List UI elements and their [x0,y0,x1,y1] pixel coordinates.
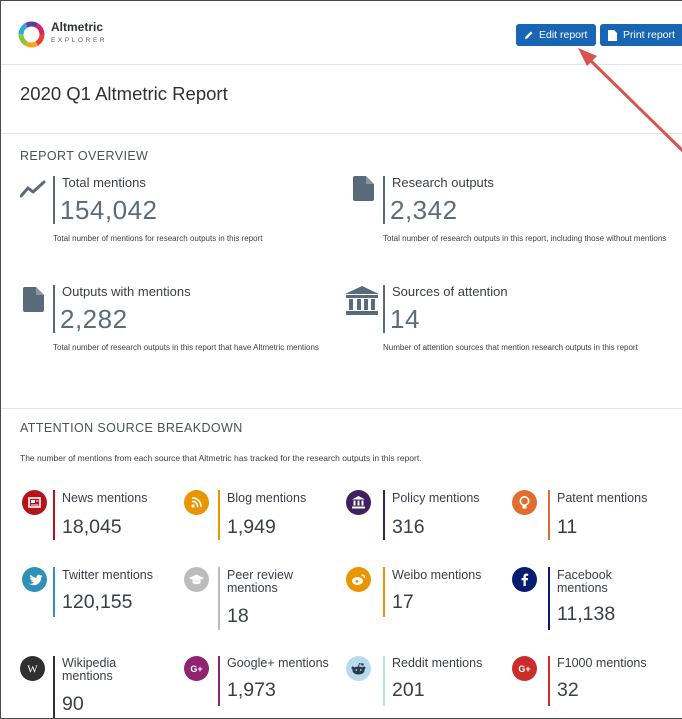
svg-text:W: W [27,664,38,676]
google-plus-icon: G+ [184,656,209,681]
wikipedia-mentions-label: Wikipedia mentions [62,656,117,683]
research-outputs-value: 2,342 [390,195,458,225]
top-bar: Altmetric EXPLORER Edit report Print rep… [1,1,682,65]
edit-report-label: Edit report [539,29,588,41]
blog-mentions-value: 1,949 [227,516,276,538]
f1000-mentions-label: F1000 mentions [557,656,647,670]
weibo-icon [346,567,371,592]
reddit-icon [346,656,371,681]
weibo-mentions-label: Weibo mentions [392,568,482,582]
institution-icon [346,490,371,515]
sources-of-attention-label: Sources of attention [392,284,508,299]
outputs-with-mentions-desc: Total number of research outputs in this… [53,343,319,352]
reddit-mentions-label: Reddit mentions [392,656,483,670]
news-mentions-label: News mentions [62,491,148,505]
attention-breakdown-heading: ATTENTION SOURCE BREAKDOWN [20,421,243,435]
overview-bar [53,176,55,224]
svg-text:G+: G+ [190,664,202,674]
google-plus-mentions-value: 1,973 [227,679,276,701]
graduation-cap-icon [184,567,209,592]
blog-bar [218,490,220,540]
weibo-bar [383,567,385,617]
google-plus-bar [218,656,220,706]
facebook-mentions-value: 11,138 [557,603,616,625]
wikipedia-mentions-value: 90 [62,693,84,715]
policy-mentions-value: 316 [392,516,425,538]
twitter-bar [53,567,55,617]
wikipedia-icon: W [20,656,45,681]
twitter-mentions-value: 120,155 [62,591,133,613]
news-bar [53,490,55,540]
print-report-label: Print report [623,29,675,41]
overview-bar [383,285,385,333]
report-page: Altmetric EXPLORER Edit report Print rep… [0,0,682,719]
patent-mentions-value: 11 [557,516,578,538]
app-subname: EXPLORER [51,37,108,44]
svg-text:G+: G+ [518,664,530,674]
facebook-mentions-label: Facebook mentions [557,568,612,595]
patent-bar [548,490,550,540]
google-plus-mentions-label: Google+ mentions [227,656,329,670]
total-mentions-desc: Total number of mentions for research ou… [53,234,263,243]
total-mentions-label: Total mentions [62,175,146,190]
twitter-icon [22,567,47,592]
section-divider [1,408,682,409]
outputs-with-mentions-label: Outputs with mentions [62,284,191,299]
app-logo-text[interactable]: Altmetric EXPLORER [51,21,107,45]
news-icon [22,490,47,515]
report-overview-heading: REPORT OVERVIEW [20,149,149,163]
blog-mentions-label: Blog mentions [227,491,307,505]
edit-report-button[interactable]: Edit report [516,24,597,46]
f1000-mentions-value: 32 [557,679,579,701]
facebook-icon [512,567,537,592]
reddit-mentions-value: 201 [392,679,425,701]
outputs-with-mentions-value: 2,282 [60,304,128,334]
f1000-bar [548,656,550,706]
peer-review-mentions-label: Peer review mentions [227,568,293,595]
weibo-mentions-value: 17 [392,591,414,613]
research-outputs-label: Research outputs [392,175,494,190]
reddit-bar [383,656,385,706]
institution-icon [345,286,379,315]
lightbulb-icon [512,490,537,515]
document-icon [353,176,374,201]
overview-bar [53,285,55,333]
peer-review-mentions-value: 18 [227,605,249,627]
altmetric-logo-icon[interactable] [18,21,45,48]
facebook-bar [548,567,550,630]
policy-mentions-label: Policy mentions [392,491,480,505]
peer-review-bar [218,567,220,630]
sources-of-attention-desc: Number of attention sources that mention… [383,343,638,352]
overview-bar [383,176,385,224]
sources-of-attention-value: 14 [390,304,420,334]
rss-icon [184,490,209,515]
document-icon [608,29,617,41]
patent-mentions-label: Patent mentions [557,491,648,505]
trend-line-icon [20,180,46,198]
google-plus-icon: G+ [512,656,537,681]
attention-breakdown-desc: The number of mentions from each source … [20,453,422,463]
policy-bar [383,490,385,540]
news-mentions-value: 18,045 [62,516,122,538]
twitter-mentions-label: Twitter mentions [62,568,154,582]
print-report-button[interactable]: Print report [600,24,682,46]
app-name: Altmetric [51,20,104,34]
page-title: 2020 Q1 Altmetric Report [20,83,228,104]
total-mentions-value: 154,042 [60,195,158,225]
pencil-icon [525,31,533,39]
wikipedia-bar [53,656,55,718]
research-outputs-desc: Total number of research outputs in this… [383,234,667,243]
document-icon [23,287,44,312]
